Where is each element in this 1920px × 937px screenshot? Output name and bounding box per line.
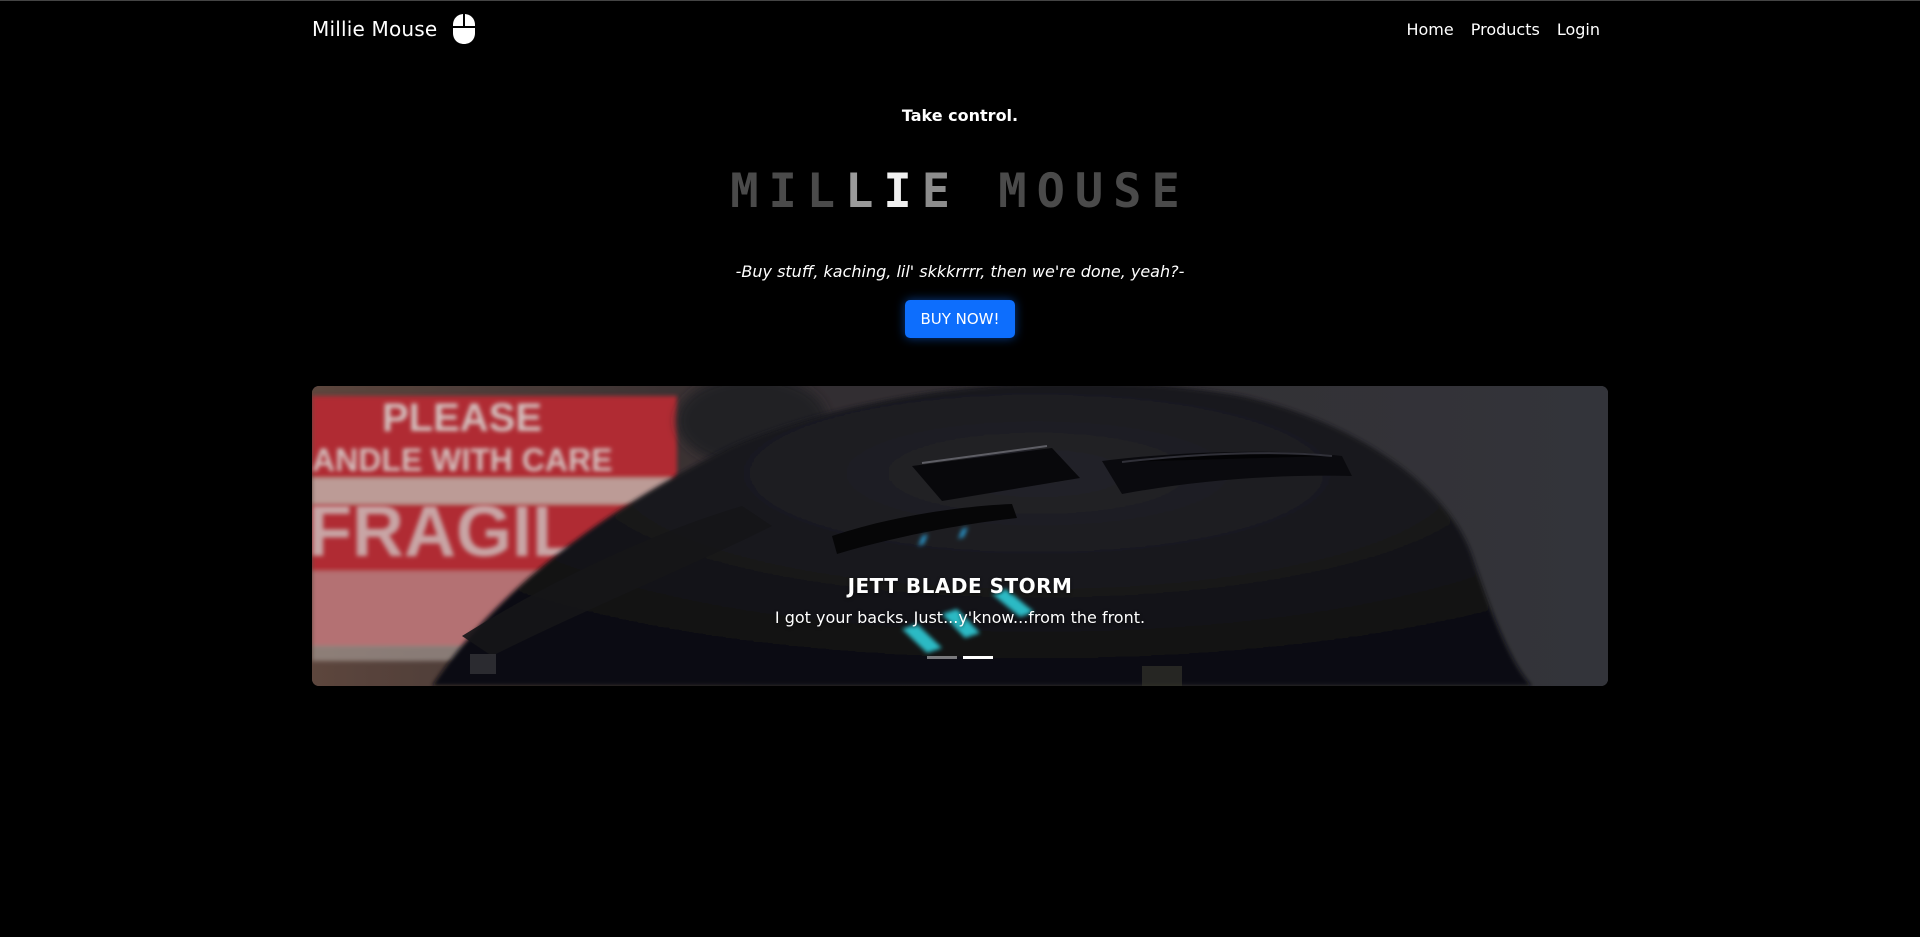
navbar: Millie Mouse Home Products Login bbox=[312, 0, 1608, 58]
product-carousel[interactable]: PLEASE ANDLE WITH CARE FRAGIL JETT BLADE… bbox=[312, 386, 1608, 686]
carousel-indicator-1[interactable] bbox=[927, 656, 957, 659]
carousel-indicators bbox=[312, 656, 1608, 659]
hero-title-part: I bbox=[883, 164, 922, 219]
hero-title-part: E bbox=[921, 164, 960, 219]
buy-now-button[interactable]: BUY NOW! bbox=[905, 300, 1015, 338]
carousel-indicator-2[interactable] bbox=[963, 656, 993, 659]
brand-name: Millie Mouse bbox=[312, 17, 438, 41]
nav-login-link[interactable]: Login bbox=[1557, 20, 1600, 39]
hero-title: MILLIE MOUSE bbox=[0, 164, 1920, 219]
hero-title-part: MOUSE bbox=[960, 164, 1190, 219]
computer-mouse-icon bbox=[452, 13, 476, 45]
carousel-caption-text: I got your backs. Just...y'know...from t… bbox=[774, 608, 1146, 627]
nav-links: Home Products Login bbox=[1389, 20, 1600, 39]
carousel-overlay bbox=[312, 386, 1608, 686]
hero-title-part: MIL bbox=[730, 164, 846, 219]
nav-products-link[interactable]: Products bbox=[1471, 20, 1540, 39]
brand-link[interactable]: Millie Mouse bbox=[312, 13, 476, 45]
hero-title-part: L bbox=[845, 164, 884, 219]
hero-subtitle: -Buy stuff, kaching, lil' skkkrrrr, then… bbox=[735, 262, 1185, 281]
nav-home-link[interactable]: Home bbox=[1406, 20, 1453, 39]
carousel-caption-title: JETT BLADE STORM bbox=[847, 574, 1073, 598]
hero-tagline: Take control. bbox=[901, 106, 1019, 125]
